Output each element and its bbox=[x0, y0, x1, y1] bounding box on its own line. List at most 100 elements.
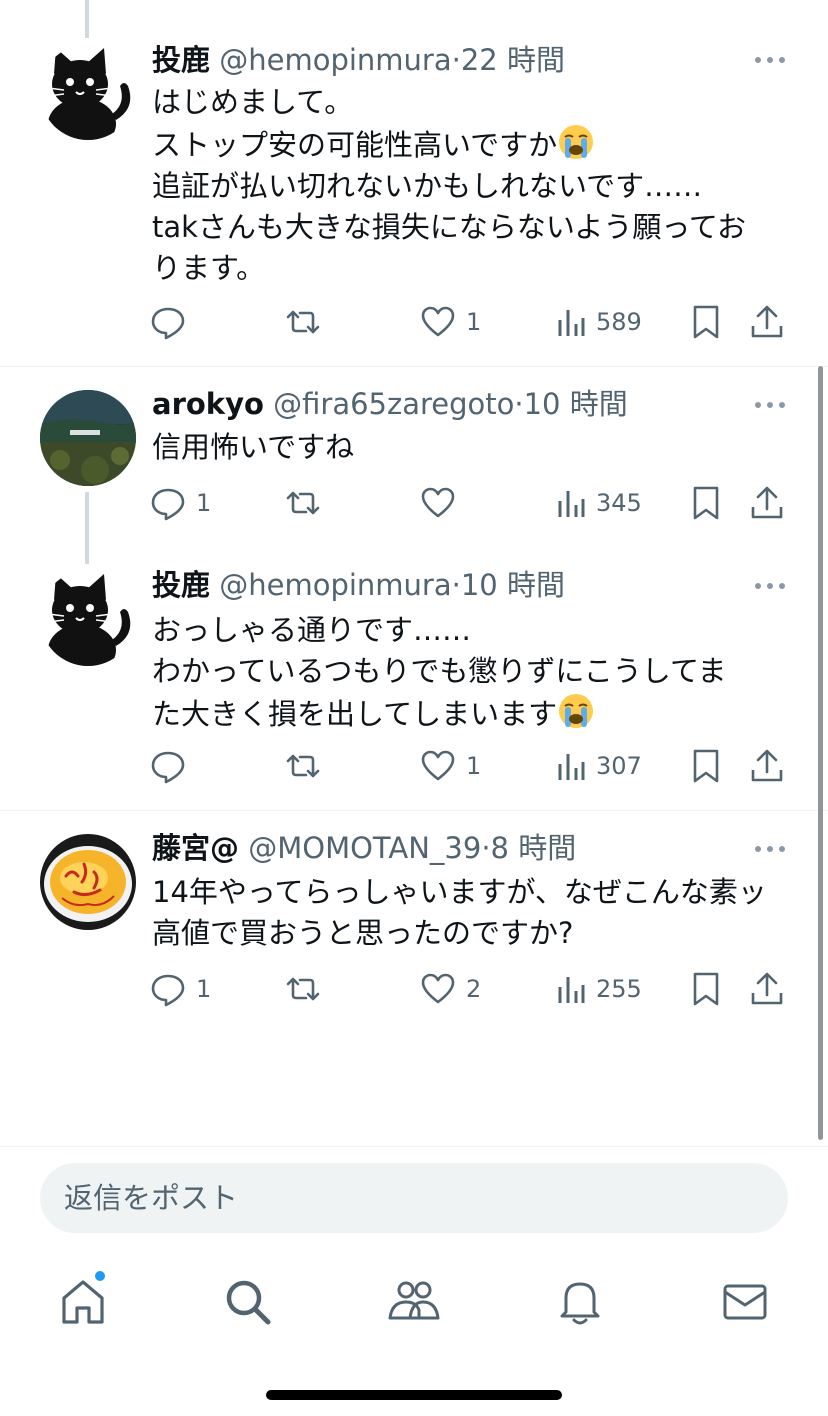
tweet-line: 信用怖いですね bbox=[152, 430, 355, 464]
reply-icon bbox=[151, 974, 185, 1007]
reply-button[interactable]: 1 bbox=[150, 483, 211, 523]
display-name[interactable]: arokyo bbox=[152, 387, 264, 421]
thread-connector bbox=[85, 492, 89, 564]
tweet-line: おっしゃる通りです…… bbox=[152, 613, 472, 647]
nav-search[interactable] bbox=[220, 1274, 276, 1330]
reply-icon bbox=[151, 751, 185, 784]
tweet-header: 投鹿 @hemopinmura·10 時間 bbox=[152, 565, 565, 605]
tweet-line: takさんも大きな損失にならないよう願ってお bbox=[152, 210, 747, 244]
share-button[interactable] bbox=[750, 483, 784, 523]
tweet-text: 14年やってらっしゃいますが、なぜこんな素ッ 高値で買おうと思ったのですか? bbox=[152, 872, 792, 954]
views-button[interactable]: 307 bbox=[556, 746, 642, 786]
user-handle[interactable]: @fira65zaregoto bbox=[273, 387, 514, 421]
display-name[interactable]: 藤宮@ bbox=[152, 831, 239, 865]
separator-dot: · bbox=[451, 43, 461, 77]
nav-notifications[interactable] bbox=[552, 1274, 608, 1330]
bookmark-icon bbox=[693, 972, 719, 1006]
timestamp[interactable]: 10 時間 bbox=[524, 387, 628, 421]
tweet-header: 投鹿 @hemopinmura·22 時間 bbox=[152, 40, 565, 80]
share-button[interactable] bbox=[750, 746, 784, 786]
more-options-icon[interactable] bbox=[752, 50, 788, 70]
reply-count: 1 bbox=[196, 975, 212, 1003]
divider bbox=[0, 1146, 828, 1147]
tweet-line: はじめまして。 bbox=[152, 85, 354, 119]
nav-messages[interactable] bbox=[717, 1274, 773, 1330]
heart-icon bbox=[421, 750, 455, 781]
timestamp[interactable]: 22 時間 bbox=[461, 43, 565, 77]
bookmark-icon bbox=[693, 486, 719, 520]
tweet-text: おっしゃる通りです…… わかっているつもりでも懲りずにこうしてま た大きく損を出… bbox=[152, 610, 792, 735]
bookmark-icon bbox=[693, 749, 719, 783]
tweet[interactable]: 投鹿 @hemopinmura·22 時間 はじめまして。 ストップ安の可能性高… bbox=[0, 0, 828, 366]
like-count: 2 bbox=[466, 975, 482, 1003]
view-count: 589 bbox=[596, 308, 642, 336]
more-options-icon[interactable] bbox=[752, 395, 788, 415]
nav-communities[interactable] bbox=[386, 1274, 442, 1330]
share-button[interactable] bbox=[750, 969, 784, 1009]
tweet-text: 信用怖いですね bbox=[152, 427, 792, 468]
bookmark-button[interactable] bbox=[690, 746, 722, 786]
view-count: 255 bbox=[596, 975, 642, 1003]
more-options-icon[interactable] bbox=[752, 839, 788, 859]
bookmark-button[interactable] bbox=[690, 302, 722, 342]
like-button[interactable]: 2 bbox=[420, 969, 481, 1009]
bookmark-button[interactable] bbox=[690, 969, 722, 1009]
tweet-actions: 1 345 bbox=[150, 483, 790, 523]
views-icon bbox=[558, 491, 585, 517]
home-icon bbox=[62, 1280, 104, 1324]
repost-icon bbox=[286, 310, 320, 334]
repost-button[interactable] bbox=[284, 302, 322, 342]
crying-face-emoji-icon bbox=[559, 694, 594, 728]
separator-dot: · bbox=[451, 568, 461, 602]
reply-input[interactable] bbox=[40, 1163, 788, 1233]
reply-button[interactable]: 1 bbox=[150, 969, 211, 1009]
tweet-line: た大きく損を出してしまいます bbox=[152, 692, 792, 735]
repost-button[interactable] bbox=[284, 746, 322, 786]
like-count: 1 bbox=[466, 752, 482, 780]
reply-button[interactable] bbox=[150, 302, 196, 342]
timestamp[interactable]: 10 時間 bbox=[461, 568, 565, 602]
notifications-icon bbox=[560, 1282, 600, 1325]
heart-icon bbox=[421, 306, 455, 337]
separator-dot: · bbox=[481, 831, 491, 865]
avatar[interactable] bbox=[40, 834, 136, 930]
avatar[interactable] bbox=[40, 390, 136, 486]
share-icon bbox=[751, 972, 783, 1005]
repost-icon bbox=[286, 754, 320, 778]
reply-thread: 投鹿 @hemopinmura·22 時間 はじめまして。 ストップ安の可能性高… bbox=[0, 0, 828, 1146]
views-button[interactable]: 589 bbox=[556, 302, 642, 342]
scrollbar[interactable] bbox=[818, 366, 823, 1140]
share-button[interactable] bbox=[750, 302, 784, 342]
repost-button[interactable] bbox=[284, 483, 322, 523]
user-handle[interactable]: @MOMOTAN_39 bbox=[248, 831, 481, 865]
views-button[interactable]: 345 bbox=[556, 483, 642, 523]
avatar[interactable] bbox=[40, 570, 136, 666]
tweet-line: わかっているつもりでも懲りずにこうしてま bbox=[152, 654, 727, 688]
display-name[interactable]: 投鹿 bbox=[152, 568, 210, 602]
notification-dot bbox=[95, 1271, 105, 1281]
tweet-header: 藤宮@ @MOMOTAN_39·8 時間 bbox=[152, 828, 576, 868]
user-handle[interactable]: @hemopinmura bbox=[219, 43, 451, 77]
repost-button[interactable] bbox=[284, 969, 322, 1009]
user-handle[interactable]: @hemopinmura bbox=[219, 568, 451, 602]
home-indicator bbox=[266, 1390, 562, 1400]
tweet-actions: 1 307 bbox=[150, 746, 790, 786]
like-button[interactable]: 1 bbox=[420, 302, 481, 342]
divider bbox=[0, 810, 828, 811]
messages-icon bbox=[723, 1284, 767, 1320]
timestamp[interactable]: 8 時間 bbox=[491, 831, 577, 865]
avatar[interactable] bbox=[40, 44, 136, 140]
like-button[interactable] bbox=[420, 483, 466, 523]
like-button[interactable]: 1 bbox=[420, 746, 481, 786]
tweet-line: 高値で買おうと思ったのですか? bbox=[152, 916, 574, 950]
tweet-line: ストップ安の可能性高いですか bbox=[152, 123, 792, 166]
display-name[interactable]: 投鹿 bbox=[152, 43, 210, 77]
views-button[interactable]: 255 bbox=[556, 969, 642, 1009]
bookmark-button[interactable] bbox=[690, 483, 722, 523]
reply-button[interactable] bbox=[150, 746, 196, 786]
more-options-icon[interactable] bbox=[752, 576, 788, 596]
nav-home[interactable] bbox=[55, 1274, 111, 1330]
share-icon bbox=[751, 749, 783, 782]
reply-icon bbox=[151, 307, 185, 340]
crying-face-emoji-icon bbox=[559, 125, 594, 159]
